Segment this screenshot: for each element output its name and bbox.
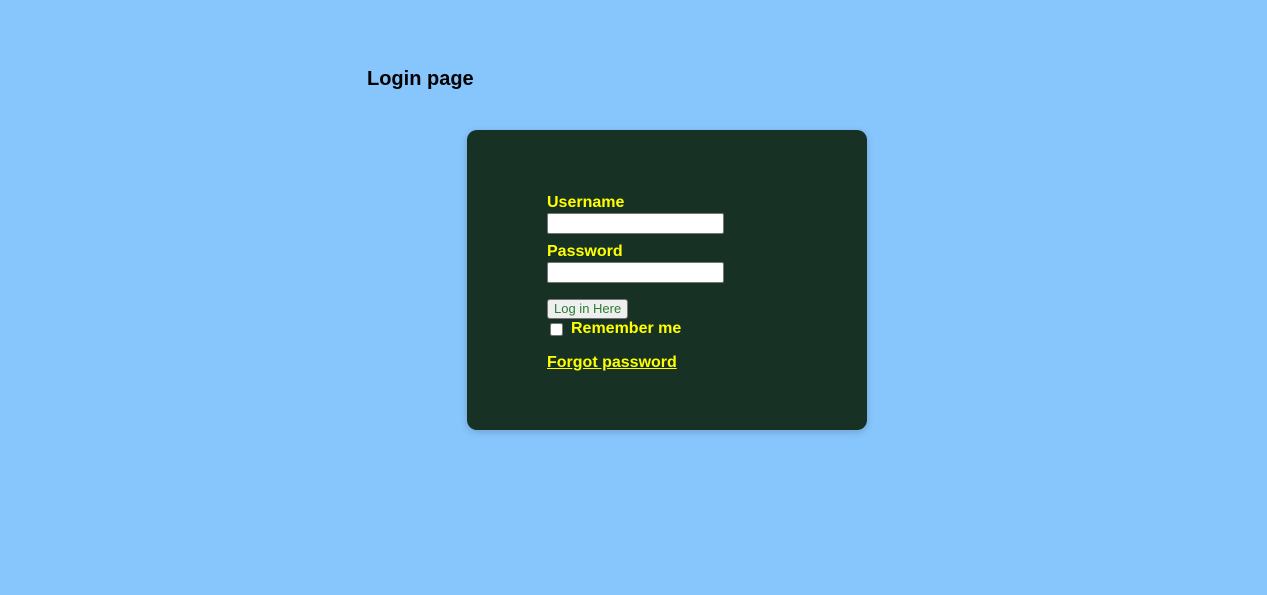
remember-me-checkbox[interactable] bbox=[550, 322, 563, 336]
forgot-password-link[interactable]: Forgot password bbox=[547, 354, 677, 372]
page-title: Login page bbox=[367, 68, 474, 90]
username-input[interactable] bbox=[547, 213, 724, 234]
login-button[interactable]: Log in Here bbox=[547, 299, 629, 319]
username-label: Username bbox=[547, 194, 625, 211]
remember-me-row: Remember me bbox=[547, 320, 807, 338]
password-input[interactable] bbox=[547, 262, 724, 283]
password-label: Password bbox=[547, 243, 623, 260]
login-card: Username Password Log in Here Remember m… bbox=[467, 130, 867, 430]
remember-me-label: Remember me bbox=[571, 320, 682, 337]
login-form: Username Password Log in Here Remember m… bbox=[547, 194, 807, 372]
